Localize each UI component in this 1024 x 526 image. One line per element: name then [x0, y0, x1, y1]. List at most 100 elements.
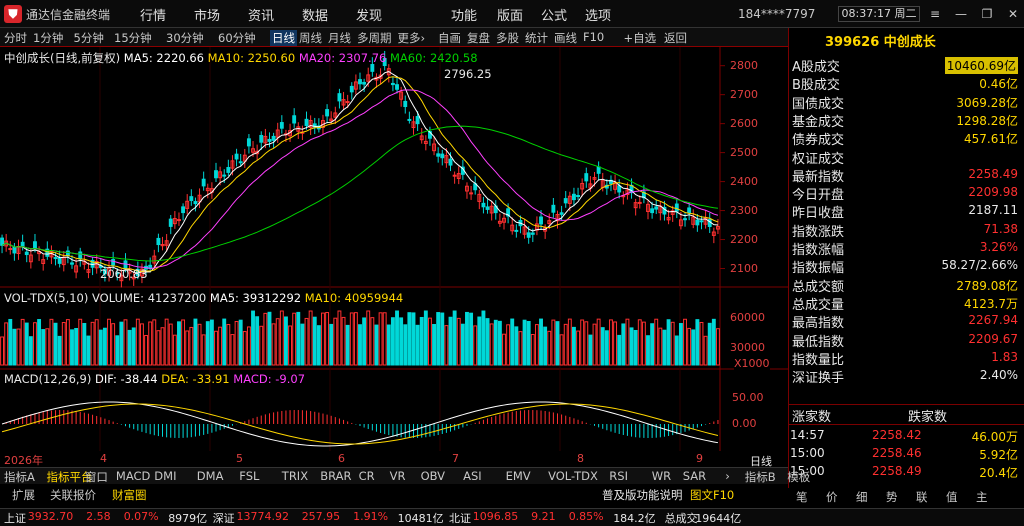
candle-body — [362, 81, 367, 85]
extension-item-2[interactable]: 财富圈 — [112, 487, 147, 503]
menu-item-8[interactable]: 选项 — [585, 5, 611, 24]
toolbar-item-1[interactable]: 1分钟 — [33, 30, 63, 46]
ma60-label: MA60: 2420.58 — [390, 51, 478, 65]
volume-bar — [177, 321, 181, 366]
indicator-tab-3[interactable]: MACD — [116, 469, 150, 483]
menu-icon[interactable]: ≡ — [922, 5, 948, 23]
toolbar-item-11[interactable]: 自画 — [438, 30, 461, 46]
indicator-tab-11[interactable]: OBV — [421, 469, 445, 483]
toolbar-item-8[interactable]: 月线 — [328, 30, 351, 46]
right-tab-4[interactable]: 联 — [916, 489, 928, 505]
toolbar-item-2[interactable]: 5分钟 — [74, 30, 104, 46]
volume-bar — [390, 317, 395, 366]
restore-icon[interactable]: ❐ — [974, 5, 1000, 23]
toolbar-item-17[interactable]: +自选 — [624, 30, 657, 46]
indicator-tab-10[interactable]: VR — [390, 469, 406, 483]
right-tab-1[interactable]: 价 — [826, 489, 838, 505]
volume-bar — [226, 324, 231, 366]
info-value-14: 2267.94 — [968, 313, 1018, 328]
volume-bar — [510, 318, 515, 366]
indicator-tab-7[interactable]: TRIX — [282, 469, 308, 483]
indicator-tab-16[interactable]: WR — [652, 469, 671, 483]
status-item-15: 总成交 — [664, 512, 698, 525]
tick-time-0: 14:57 — [790, 428, 825, 442]
indicator-tab-12[interactable]: ASI — [463, 469, 482, 483]
indicator-tab-17[interactable]: SAR — [683, 469, 706, 483]
indicator-tab-4[interactable]: DMI — [154, 469, 176, 483]
toolbar-item-15[interactable]: 画线 — [554, 30, 577, 46]
status-item-8: 1.91% — [353, 510, 389, 523]
candle-body — [168, 218, 173, 227]
menu-item-4[interactable]: 发现 — [356, 5, 382, 24]
menu-item-6[interactable]: 版面 — [497, 5, 523, 24]
indicator-tab-13[interactable]: EMV — [506, 469, 531, 483]
indicator-tab-15[interactable]: RSI — [609, 469, 628, 483]
right-tab-5[interactable]: 值 — [946, 489, 958, 505]
indicator-tab-2[interactable]: 窗口 — [85, 469, 108, 485]
toolbar-item-4[interactable]: 30分钟 — [166, 30, 204, 46]
toolbar-item-16[interactable]: F10 — [583, 30, 604, 44]
right-tab-0[interactable]: 笔 — [796, 489, 808, 505]
toolbar-item-14[interactable]: 统计 — [525, 30, 548, 46]
indicator-tab-19[interactable]: 指标B — [745, 469, 776, 485]
toolbar-item-7[interactable]: 周线 — [299, 30, 322, 46]
indicator-tab-20[interactable]: 模板 — [787, 469, 810, 485]
volume-bar — [707, 322, 712, 366]
toolbar-item-12[interactable]: 复盘 — [467, 30, 490, 46]
candle-body — [12, 246, 17, 254]
indicator-tab-14[interactable]: VOL-TDX — [548, 469, 598, 483]
ma60-line — [1, 125, 719, 262]
extension-item-0[interactable]: 扩展 — [12, 487, 35, 503]
indicator-tab-6[interactable]: FSL — [239, 469, 259, 483]
kline-legend: 中创成长(日线,前复权) MA5: 2220.66 MA10: 2250.60 … — [4, 50, 478, 66]
menu-item-2[interactable]: 资讯 — [248, 5, 274, 24]
menu-item-3[interactable]: 数据 — [302, 5, 328, 24]
right-tab-3[interactable]: 势 — [886, 489, 898, 505]
candle-body — [654, 206, 659, 210]
volume-bar — [279, 310, 284, 366]
menu-item-5[interactable]: 功能 — [451, 5, 477, 24]
indicator-tab-5[interactable]: DMA — [197, 469, 224, 483]
status-item-16: 19644亿 — [695, 512, 742, 525]
toolbar-item-9[interactable]: 多周期 — [357, 30, 392, 46]
indicator-tab-8[interactable]: BRAR — [320, 469, 351, 483]
info-label-5: 权证成交 — [792, 151, 845, 167]
vol-name-label: VOL-TDX(5,10) — [4, 291, 89, 305]
right-tab-6[interactable]: 主 — [976, 489, 988, 505]
f10-link[interactable]: 图文F10 — [690, 487, 734, 503]
toolbar-item-10[interactable]: 更多› — [398, 30, 426, 46]
info-value-8: 2187.11 — [968, 203, 1018, 218]
up-count-label: 涨家数 — [792, 410, 832, 425]
right-tab-2[interactable]: 细 — [856, 489, 868, 505]
candle-body — [485, 206, 490, 210]
toolbar-item-18[interactable]: 返回 — [664, 30, 687, 46]
volume-bar — [613, 321, 618, 366]
menu-item-1[interactable]: 市场 — [194, 5, 220, 24]
toolbar-item-0[interactable]: 分时 — [4, 30, 27, 46]
menu-item-0[interactable]: 行情 — [140, 5, 166, 24]
volume-bar — [82, 322, 87, 366]
extension-item-1[interactable]: 关联报价 — [50, 487, 96, 503]
high-price-label: 2796.25 — [444, 67, 492, 81]
info-value-15: 2209.67 — [968, 331, 1018, 346]
close-icon[interactable]: ✕ — [1000, 5, 1024, 23]
indicator-tab-0[interactable]: 指标A — [4, 469, 35, 485]
volume-bar — [411, 312, 416, 366]
kline-chart-svg[interactable] — [0, 47, 788, 451]
toolbar-item-5[interactable]: 60分钟 — [218, 30, 256, 46]
volume-bar — [341, 316, 346, 366]
indicator-tab-18[interactable]: › — [725, 469, 730, 483]
volume-bar — [98, 329, 103, 366]
volume-bar — [53, 322, 58, 366]
chart-area[interactable] — [0, 47, 788, 451]
minimize-icon[interactable]: — — [948, 5, 974, 23]
toolbar-item-6[interactable]: 日线 — [270, 30, 297, 46]
toolbar-item-3[interactable]: 15分钟 — [114, 30, 152, 46]
menu-item-7[interactable]: 公式 — [541, 5, 567, 24]
price-tick-3: 2500 — [730, 145, 758, 159]
indicator-tab-9[interactable]: CR — [359, 469, 375, 483]
toolbar-item-13[interactable]: 多股 — [496, 30, 519, 46]
date-label-0: 2026年 — [4, 454, 43, 467]
news-ticker[interactable]: 普及版功能说明 — [602, 487, 683, 503]
status-item-9: 10481亿 — [397, 512, 444, 525]
